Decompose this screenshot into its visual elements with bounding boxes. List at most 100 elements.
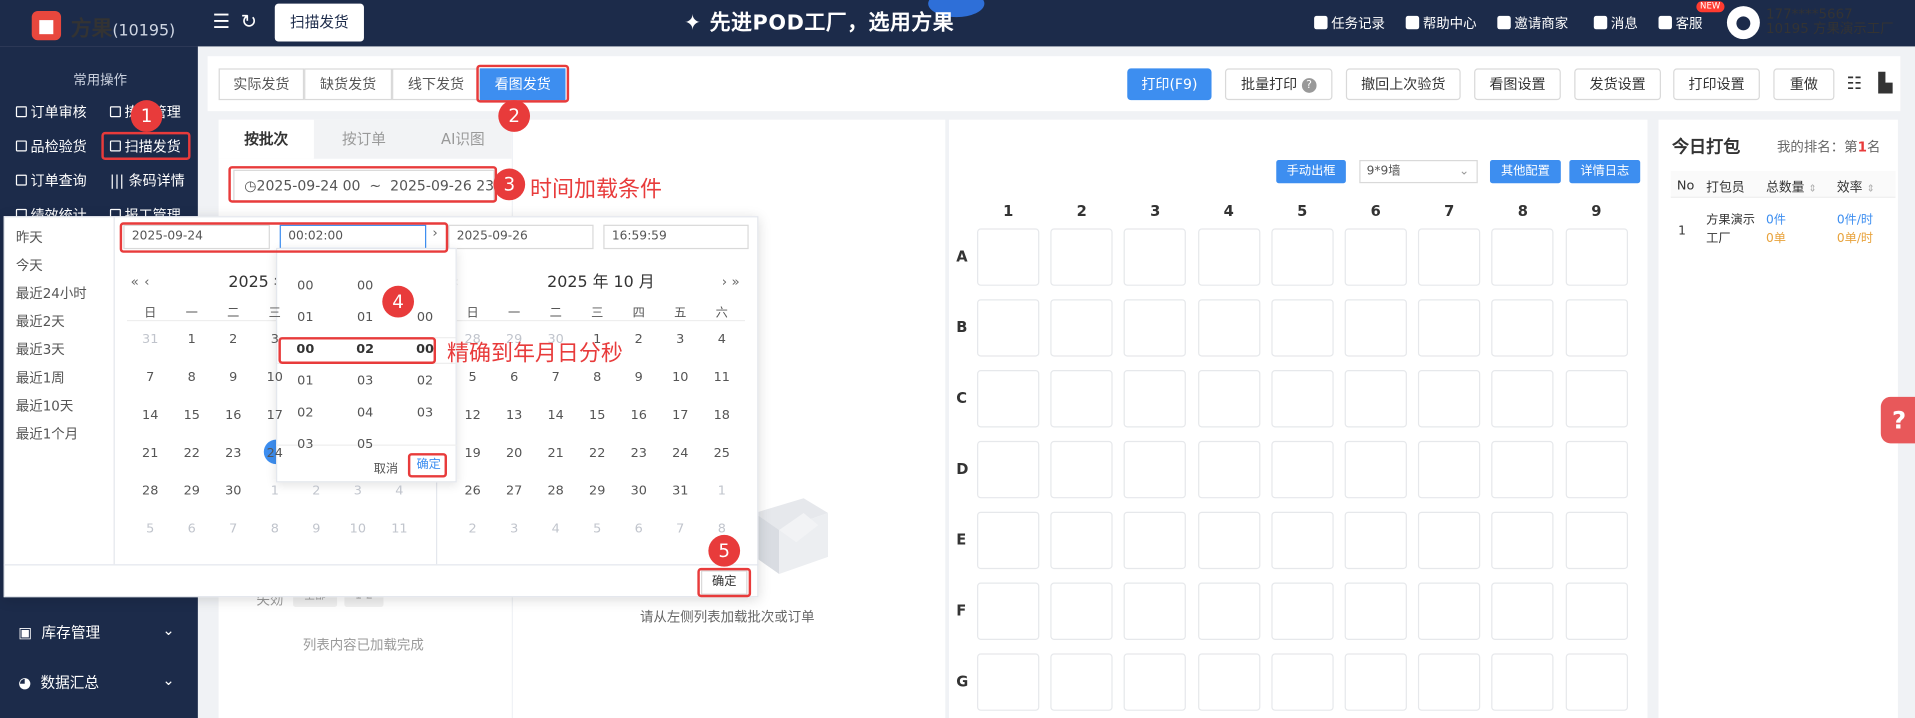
calendar-day[interactable]: 7: [535, 370, 577, 385]
date-shortcut[interactable]: 最近10天: [16, 396, 73, 416]
grid-slot[interactable]: [1197, 653, 1260, 711]
grid-slot[interactable]: [1418, 299, 1481, 357]
calendar-day[interactable]: 22: [576, 446, 618, 461]
grid-slot[interactable]: [1124, 511, 1187, 570]
calendar-day[interactable]: 27: [493, 484, 535, 499]
grid-slot[interactable]: [1124, 370, 1187, 428]
menu-customer-service[interactable]: 客服: [1658, 13, 1702, 33]
tab-offline-ship[interactable]: 线下发货: [392, 68, 480, 101]
date-shortcut[interactable]: 最近24小时: [16, 283, 87, 303]
calendar-day[interactable]: 7: [129, 370, 171, 385]
date-shortcut[interactable]: 最近1周: [16, 368, 65, 388]
grid-slot[interactable]: [977, 511, 1040, 570]
grid-slot[interactable]: [1197, 299, 1260, 357]
calendar-day[interactable]: 31: [660, 484, 702, 499]
calendar-day[interactable]: 6: [493, 370, 535, 385]
time-option[interactable]: 05: [341, 437, 390, 452]
grid-slot[interactable]: [1491, 653, 1554, 711]
calendar-day[interactable]: 30: [618, 484, 660, 499]
tab-by-batch[interactable]: 按批次: [218, 119, 314, 159]
grid-slot[interactable]: [977, 582, 1040, 640]
grid-slot[interactable]: [1050, 582, 1113, 640]
menu-toggle-icon[interactable]: ☰: [213, 10, 231, 34]
grid-slot[interactable]: [1050, 653, 1113, 711]
date-shortcut[interactable]: 最近2天: [16, 311, 65, 331]
grid-slot[interactable]: [1050, 370, 1113, 428]
calendar-day[interactable]: 12: [452, 408, 494, 423]
menu-help-center[interactable]: 帮助中心: [1405, 13, 1477, 33]
tab-shortage-ship[interactable]: 缺货发货: [304, 68, 393, 101]
date-shortcut[interactable]: 最近1个月: [16, 424, 78, 444]
calendar-day[interactable]: 8: [701, 521, 743, 536]
time-option[interactable]: 01: [281, 374, 330, 389]
print-settings-button[interactable]: 打印设置: [1673, 68, 1760, 101]
grid-slot[interactable]: [1271, 653, 1334, 711]
grid-slot[interactable]: [1418, 440, 1481, 499]
tab-by-order[interactable]: 按订单: [316, 120, 411, 159]
bar-chart-icon[interactable]: ▙: [1878, 72, 1892, 94]
grid-slot[interactable]: [1050, 299, 1113, 357]
calendar-day[interactable]: 25: [701, 446, 743, 461]
sidebar-item-order-review[interactable]: 订单审核: [15, 103, 87, 123]
calendar-day[interactable]: 6: [171, 521, 213, 536]
calendar-day[interactable]: 4: [379, 484, 421, 499]
calendar-day[interactable]: 18: [701, 408, 743, 423]
sidebar-item-order-query[interactable]: 订单查询: [15, 171, 87, 191]
calendar-day[interactable]: 9: [618, 370, 660, 385]
calendar-day[interactable]: 6: [618, 521, 660, 536]
grid-slot[interactable]: [1344, 511, 1407, 570]
menu-messages[interactable]: 消息: [1593, 13, 1638, 33]
grid-slot[interactable]: [977, 370, 1040, 428]
calendar-day[interactable]: 28: [535, 484, 577, 499]
calendar-day[interactable]: 4: [701, 332, 743, 347]
calendar-day[interactable]: 14: [129, 408, 171, 423]
grid-slot[interactable]: [1344, 440, 1407, 499]
grid-slot[interactable]: [1124, 440, 1187, 499]
calendar-day[interactable]: 2: [618, 332, 660, 347]
sidebar-item-qc[interactable]: 品检验货: [15, 137, 87, 157]
next-month-icon[interactable]: ›: [722, 274, 727, 290]
calendar-day[interactable]: 3: [660, 332, 702, 347]
calendar-day[interactable]: 28: [129, 484, 171, 499]
calendar-day[interactable]: 3: [493, 521, 535, 536]
grid-slot[interactable]: [1271, 299, 1334, 357]
grid-slot[interactable]: [1344, 228, 1407, 286]
tab-actual-ship[interactable]: 实际发货: [218, 68, 305, 101]
grid-slot[interactable]: [1050, 228, 1113, 286]
calendar-day[interactable]: 16: [618, 408, 660, 423]
calendar-day[interactable]: 26: [452, 484, 494, 499]
grid-slot[interactable]: [1344, 370, 1407, 428]
col-efficiency[interactable]: 效率 ⇕: [1837, 178, 1875, 196]
calendar-day[interactable]: 24: [660, 446, 702, 461]
calendar-day[interactable]: 1: [171, 332, 213, 347]
end-date-input[interactable]: 2025-09-26: [448, 224, 594, 250]
date-shortcut[interactable]: 今天: [16, 255, 43, 275]
calendar-day[interactable]: 21: [535, 446, 577, 461]
calendar-day[interactable]: 4: [535, 521, 577, 536]
tab-scan-ship[interactable]: 扫描发货: [274, 3, 364, 42]
calendar-day[interactable]: 30: [213, 484, 255, 499]
calendar-day[interactable]: 7: [213, 521, 255, 536]
time-option[interactable]: 00: [341, 278, 390, 293]
time-option[interactable]: 02: [401, 374, 450, 389]
calendar-day[interactable]: 23: [618, 446, 660, 461]
grid-slot[interactable]: [1418, 370, 1481, 428]
calendar-day[interactable]: 2: [452, 521, 494, 536]
calendar-day[interactable]: 19: [452, 446, 494, 461]
tab-ai-image[interactable]: AI识图: [414, 120, 512, 159]
time-cancel-button[interactable]: 取消: [374, 458, 398, 476]
grid-slot[interactable]: [1565, 653, 1628, 711]
list-view-icon[interactable]: ☷: [1847, 74, 1862, 94]
time-option[interactable]: 03: [281, 437, 330, 452]
time-option[interactable]: 02: [281, 405, 330, 420]
calendar-day[interactable]: 29: [576, 484, 618, 499]
grid-slot[interactable]: [977, 653, 1040, 711]
calendar-day[interactable]: 1: [701, 484, 743, 499]
other-config-button[interactable]: 其他配置: [1489, 159, 1561, 184]
manual-out-button[interactable]: 手动出框: [1276, 159, 1346, 184]
grid-slot[interactable]: [1271, 440, 1334, 499]
grid-slot[interactable]: [977, 228, 1040, 286]
grid-slot[interactable]: [1271, 582, 1334, 640]
grid-slot[interactable]: [1197, 440, 1260, 499]
grid-slot[interactable]: [977, 440, 1040, 499]
